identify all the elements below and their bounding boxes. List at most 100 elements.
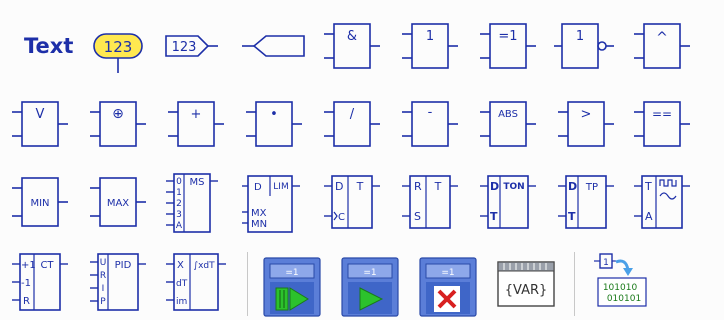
connector-label: 123 <box>172 40 197 55</box>
xor-gate-label: =1 <box>498 29 517 44</box>
limit-input-mx: MX <box>251 208 267 219</box>
min-block[interactable]: MIN <box>8 172 72 236</box>
frame-label: =1 <box>441 268 454 278</box>
add-label: + <box>191 107 202 122</box>
limit-block[interactable]: D MX MN LIM <box>242 172 306 236</box>
rs-flipflop-block[interactable]: R S T <box>398 172 462 236</box>
binary-line-1: 101010 <box>603 283 638 293</box>
divide-block[interactable]: / <box>320 96 384 160</box>
greater-label: > <box>581 107 592 122</box>
caret-block[interactable]: ^ <box>630 18 694 82</box>
pid-in-u: U <box>100 258 107 268</box>
multiplexer-block[interactable]: 0 1 2 3 A MS <box>164 172 228 236</box>
min-label: MIN <box>30 198 49 209</box>
subtract-block[interactable]: - <box>398 96 462 160</box>
equal-block[interactable]: == <box>630 96 694 160</box>
sampler-in-a: A <box>645 210 653 223</box>
d-flipflop-out: T <box>356 180 364 193</box>
ton-in-t: T <box>490 210 498 223</box>
stop-button[interactable]: =1 <box>416 252 480 317</box>
pid-label: PID <box>115 260 132 271</box>
equal-label: == <box>652 107 672 121</box>
integrator-in-x: X <box>177 260 184 271</box>
var-label: {VAR} <box>505 283 548 298</box>
not-gate-label: 1 <box>576 29 584 44</box>
return-connector-block[interactable] <box>242 18 306 82</box>
counter-in-up: +1 <box>21 260 36 271</box>
pid-block[interactable]: U R I P PID <box>86 250 150 314</box>
sampler-block[interactable]: T A <box>630 172 694 236</box>
variable-block[interactable]: 123 <box>86 18 150 82</box>
limit-label: LIM <box>273 182 288 192</box>
pulse-wave-icon <box>659 179 677 200</box>
integrator-label: ∫xdT <box>193 261 215 271</box>
timer-tp-block[interactable]: D T TP <box>554 172 618 236</box>
v-label: V <box>36 107 45 122</box>
multiply-label: • <box>270 107 278 122</box>
pid-in-i: I <box>102 284 105 294</box>
or-gate-label: 1 <box>426 29 434 44</box>
run-step-button[interactable]: =1 <box>260 252 324 317</box>
limit-input-mn: MN <box>251 219 267 230</box>
svg-text:1: 1 <box>603 258 609 268</box>
rs-flipflop-in-r: R <box>414 180 422 193</box>
d-flipflop-block[interactable]: D C T <box>320 172 384 236</box>
abs-label: ABS <box>498 109 518 120</box>
mux-input-0: 0 <box>176 177 182 187</box>
frame-label: =1 <box>363 268 376 278</box>
limit-input-d: D <box>254 182 262 193</box>
caret-label: ^ <box>656 30 668 46</box>
or-gate-block[interactable]: 1 <box>398 18 462 82</box>
tp-in-t: T <box>568 210 576 223</box>
mux-input-3: 3 <box>176 210 182 220</box>
rs-flipflop-out: T <box>434 180 442 193</box>
binary-block[interactable]: 1 101010 010101 <box>590 248 654 312</box>
text-tool[interactable]: Text <box>24 34 73 58</box>
separator <box>247 252 248 316</box>
var-block[interactable]: {VAR} <box>494 252 558 316</box>
mux-input-1: 1 <box>176 188 182 198</box>
d-flipflop-in-d: D <box>335 180 343 193</box>
rs-flipflop-in-s: S <box>414 210 421 223</box>
variable-label: 123 <box>104 38 133 56</box>
pid-in-p: P <box>100 297 106 307</box>
divide-label: / <box>350 107 355 122</box>
max-block[interactable]: MAX <box>86 172 150 236</box>
greater-block[interactable]: > <box>554 96 618 160</box>
mux-input-2: 2 <box>176 199 182 209</box>
tp-in-d: D <box>568 180 577 193</box>
max-label: MAX <box>107 198 129 209</box>
xor-circle-label: ⊕ <box>112 106 124 122</box>
sampler-in-t: T <box>644 180 652 193</box>
counter-in-down: -1 <box>21 278 31 289</box>
v-block[interactable]: V <box>8 96 72 160</box>
multiply-block[interactable]: • <box>242 96 306 160</box>
timer-ton-block[interactable]: D T TON <box>476 172 540 236</box>
counter-label: CT <box>40 260 54 271</box>
run-button[interactable]: =1 <box>338 252 402 317</box>
counter-block[interactable]: +1 -1 R CT <box>8 250 72 314</box>
frame-label: =1 <box>285 268 298 278</box>
not-gate-block[interactable]: 1 <box>554 18 618 82</box>
subtract-label: - <box>428 105 433 120</box>
and-gate-block[interactable]: & <box>320 18 384 82</box>
counter-in-reset: R <box>23 296 30 307</box>
d-flipflop-in-c: C <box>338 212 345 223</box>
binary-line-2: 010101 <box>607 294 641 304</box>
integrator-in-im: im <box>176 297 187 307</box>
xor-gate-block[interactable]: =1 <box>476 18 540 82</box>
tp-label: TP <box>585 182 598 193</box>
xor-circle-block[interactable]: ⊕ <box>86 96 150 160</box>
separator <box>574 252 575 316</box>
and-gate-label: & <box>347 29 357 44</box>
pid-in-r: R <box>100 271 106 281</box>
fbd-palette: { "palette": { "text_tool": "Text", "var… <box>0 0 724 320</box>
connector-block[interactable]: 123 <box>164 18 228 82</box>
ton-in-d: D <box>490 180 499 193</box>
abs-block[interactable]: ABS <box>476 96 540 160</box>
add-block[interactable]: + <box>164 96 228 160</box>
integrator-in-dt: dT <box>176 279 188 289</box>
mux-input-a: A <box>176 221 183 231</box>
mux-label: MS <box>190 177 205 188</box>
integrator-block[interactable]: X dT im ∫xdT <box>164 250 228 314</box>
